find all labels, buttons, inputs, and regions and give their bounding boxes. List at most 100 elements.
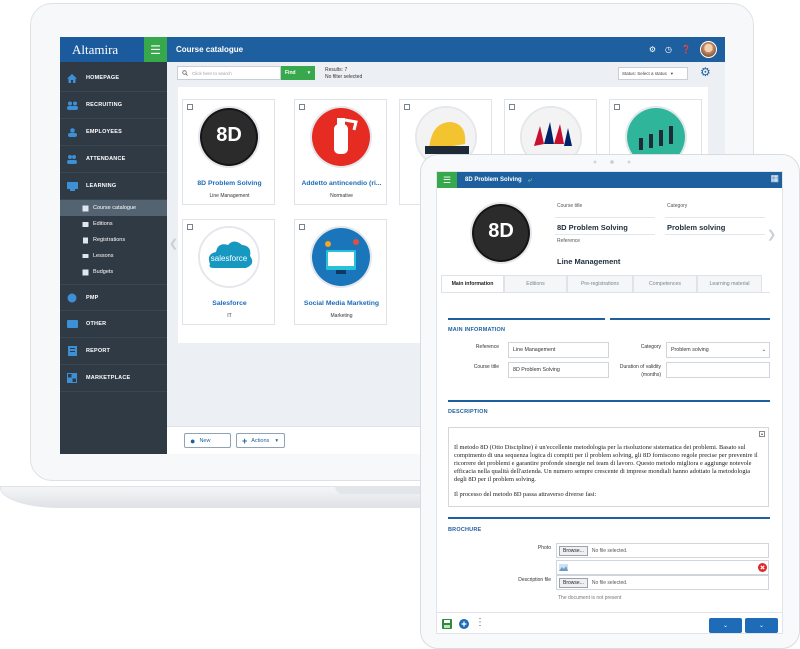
course-image: 8D bbox=[198, 106, 260, 168]
tabs-divider bbox=[441, 292, 770, 293]
course-image bbox=[310, 226, 372, 288]
app-logo: Altamira bbox=[72, 41, 119, 57]
description-editor[interactable]: ▴ Il metodo 8D (Otto Discipline) è un'ec… bbox=[448, 427, 769, 507]
photo-file-input[interactable]: Browse... No file selected. bbox=[556, 543, 769, 558]
stage: Altamira ☰ HOMEPAGE RECRUITING EMPLOYEES bbox=[0, 0, 800, 649]
card-checkbox[interactable] bbox=[187, 104, 193, 110]
pmp-icon bbox=[66, 293, 78, 303]
chevron-left-icon[interactable]: ❮ bbox=[169, 237, 178, 250]
course-card[interactable]: Social Media Marketing Marketing bbox=[294, 219, 387, 325]
description-paragraph: Il metodo 8D (Otto Discipline) è un'ecce… bbox=[454, 444, 758, 483]
tab-competences[interactable]: Competences bbox=[633, 275, 697, 292]
course-name[interactable]: Salesforce bbox=[183, 300, 276, 307]
sidebar-subitem-registrations[interactable]: Registrations bbox=[60, 232, 167, 248]
add-icon[interactable] bbox=[459, 619, 469, 629]
card-checkbox[interactable] bbox=[404, 104, 410, 110]
category-select[interactable]: Problem solving ⌄ bbox=[666, 342, 770, 358]
photo-preview bbox=[556, 560, 769, 575]
sidebar-item-label: RECRUITING bbox=[86, 102, 123, 108]
hamburger-icon[interactable]: ☰ bbox=[144, 37, 167, 62]
status-select-value: Status: Select a status bbox=[622, 71, 667, 76]
section-bar bbox=[610, 318, 770, 320]
reference-field-label: Reference bbox=[475, 344, 499, 350]
sidebar-item-homepage[interactable]: HOMEPAGE bbox=[60, 65, 167, 92]
find-button[interactable]: Find ▾ bbox=[281, 66, 315, 80]
status-select[interactable]: Status: Select a status ▾ bbox=[618, 67, 688, 80]
other-icon bbox=[66, 319, 78, 329]
tab-learning-material[interactable]: Learning material bbox=[697, 275, 762, 292]
tablet-screen: ☰ 8D Problem Solving ⤶ ▦ 8D Course title… bbox=[436, 171, 783, 634]
sidebar-subitem-budgets[interactable]: Budgets bbox=[60, 264, 167, 280]
image-icon bbox=[559, 564, 568, 571]
tab-pre-registrations[interactable]: Pre-registrations bbox=[567, 275, 633, 292]
category-value: Problem solving bbox=[667, 223, 726, 232]
course-name[interactable]: 8D Problem Solving bbox=[183, 180, 276, 187]
tab-editions[interactable]: Editions bbox=[504, 275, 567, 292]
sidebar-item-learning[interactable]: LEARNING bbox=[60, 173, 167, 200]
sidebar-item-recruiting[interactable]: RECRUITING bbox=[60, 92, 167, 119]
hamburger-icon[interactable]: ☰ bbox=[437, 172, 457, 188]
sidebar-subitem-editions[interactable]: Editions bbox=[60, 216, 167, 232]
card-checkbox[interactable] bbox=[509, 104, 515, 110]
sidebar-item-label: PMP bbox=[86, 294, 99, 301]
course-image bbox=[310, 106, 372, 168]
settings-gear-icon[interactable]: ⚙ bbox=[700, 65, 711, 79]
sidebar-subitem-course-catalogue[interactable]: Course catalogue bbox=[60, 200, 167, 216]
new-button[interactable]: ● New bbox=[184, 433, 231, 448]
sidebar-item-marketplace[interactable]: MARKETPLACE bbox=[60, 365, 167, 392]
course-name[interactable]: Addetto antincendio (ri... bbox=[295, 180, 388, 187]
course-card[interactable]: Addetto antincendio (ri... Normative bbox=[294, 99, 387, 205]
course-card[interactable]: salesforce Salesforce IT bbox=[182, 219, 275, 325]
card-checkbox[interactable] bbox=[614, 104, 620, 110]
book-icon bbox=[82, 205, 89, 211]
course-card[interactable]: 8D 8D Problem Solving Line Management bbox=[182, 99, 275, 205]
divider bbox=[665, 217, 765, 218]
description-file-input[interactable]: Browse... No file selected. bbox=[556, 575, 769, 590]
duration-field[interactable] bbox=[666, 362, 770, 378]
sidebar-item-attendance[interactable]: ATTENDANCE bbox=[60, 146, 167, 173]
description-text: Il metodo 8D (Otto Discipline) è un'ecce… bbox=[449, 428, 768, 499]
gear-icon[interactable]: ⚙ bbox=[649, 45, 656, 54]
card-checkbox[interactable] bbox=[299, 104, 305, 110]
course-image: 8D bbox=[470, 202, 532, 264]
clock-icon[interactable]: ◷ bbox=[665, 45, 672, 54]
course-title-field-label: Course title bbox=[473, 364, 499, 370]
sidebar-item-employees[interactable]: EMPLOYEES bbox=[60, 119, 167, 146]
sidebar-item-label: MARKETPLACE bbox=[86, 375, 131, 381]
remove-icon[interactable] bbox=[758, 563, 767, 572]
sidebar-item-pmp[interactable]: PMP bbox=[60, 284, 167, 311]
document-status: The document is not present bbox=[558, 595, 622, 601]
card-checkbox[interactable] bbox=[299, 224, 305, 230]
chevron-right-icon[interactable]: ❯ bbox=[767, 228, 776, 241]
save-icon[interactable] bbox=[442, 619, 452, 629]
back-arrow-icon[interactable]: ⤶ bbox=[528, 175, 532, 185]
course-name[interactable]: Social Media Marketing bbox=[295, 300, 388, 307]
brochure-section-title: BROCHURE bbox=[448, 527, 482, 533]
more-options-icon[interactable]: ⋮ bbox=[475, 617, 485, 628]
course-title-field[interactable]: 8D Problem Solving bbox=[508, 362, 609, 378]
course-category: Marketing bbox=[330, 313, 353, 319]
recruiting-icon bbox=[66, 100, 78, 110]
registrations-icon bbox=[83, 237, 88, 243]
actions-button[interactable]: + Actions ▾ bbox=[236, 433, 285, 448]
sitemap-icon[interactable]: ▦ bbox=[770, 173, 779, 184]
help-icon[interactable]: ❓ bbox=[681, 45, 691, 54]
card-checkbox[interactable] bbox=[187, 224, 193, 230]
avatar[interactable] bbox=[700, 41, 717, 58]
search-input[interactable]: Click here to search bbox=[177, 66, 281, 80]
expand-icon[interactable]: ▴ bbox=[759, 431, 765, 437]
course-category: IT bbox=[227, 313, 232, 319]
sidebar-item-report[interactable]: REPORT bbox=[60, 338, 167, 365]
results-info: Results: 7 No filter selected bbox=[325, 67, 362, 81]
sidebar-subitem-lessons[interactable]: Lessons bbox=[60, 248, 167, 264]
dropdown-button[interactable]: ⌄ bbox=[745, 618, 778, 633]
chevron-down-icon: ⌄ bbox=[761, 347, 766, 353]
sidebar-item-label: REPORT bbox=[86, 348, 111, 354]
tab-main-information[interactable]: Main information bbox=[441, 275, 504, 292]
sidebar-item-other[interactable]: OTHER bbox=[60, 311, 167, 338]
browse-button[interactable]: Browse... bbox=[559, 545, 588, 556]
course-image: salesforce bbox=[198, 226, 260, 288]
reference-field[interactable]: Line Management bbox=[508, 342, 609, 358]
browse-button[interactable]: Browse... bbox=[559, 577, 588, 588]
dropdown-button[interactable]: ⌄ bbox=[709, 618, 742, 633]
